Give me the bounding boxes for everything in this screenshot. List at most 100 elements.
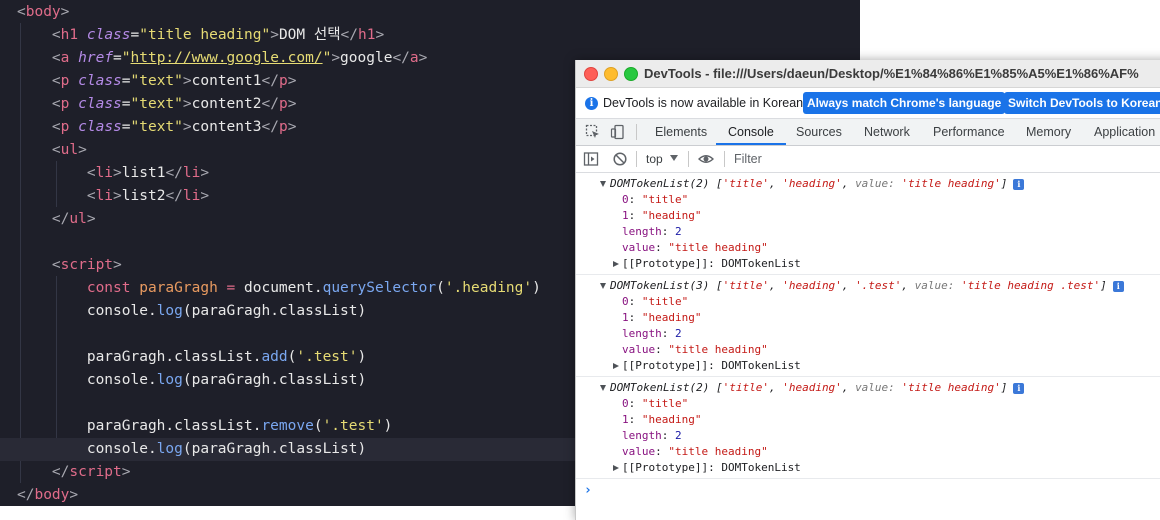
code-token: body [34,487,70,503]
inspect-element-icon[interactable] [585,124,601,140]
property-token: "title" [641,295,689,308]
console-prompt-line[interactable]: › [576,481,1160,503]
code-token: list2 [121,188,166,204]
object-summary[interactable]: DOMTokenList(2) ['title', 'heading', val… [610,380,1025,396]
switch-language-button[interactable]: Switch DevTools to Korean [1004,92,1160,114]
code-token: < [51,96,61,112]
code-token: h1 [60,27,79,43]
prototype-row[interactable]: [[Prototype]]: DOMTokenList [622,358,801,374]
code-line-text: console.log(paraGragh.classList) [17,303,366,319]
code-token: < [51,142,61,158]
expand-prototype-icon[interactable] [613,465,619,471]
tab-performance[interactable]: Performance [933,119,1005,145]
code-token: = [113,50,122,66]
clear-console-icon[interactable] [612,151,628,167]
tab-application[interactable]: Application [1094,119,1155,145]
property-token: : [628,193,642,206]
expand-toggle-icon[interactable] [600,283,606,289]
code-token: < [51,73,61,89]
summary-token: , [768,381,783,394]
tab-elements[interactable]: Elements [655,119,707,145]
expand-toggle-icon[interactable] [600,181,606,187]
zoom-window-button[interactable] [624,67,638,81]
object-property: length: 2 [622,326,682,342]
code-token: > [375,27,385,43]
device-toolbar-icon[interactable] [610,124,626,140]
code-token: querySelector [322,280,437,296]
object-property: 0: "title" [622,294,688,310]
property-token: length [622,327,662,340]
tab-sources[interactable]: Sources [796,119,842,145]
code-token: > [331,50,341,66]
object-property: value: "title heading" [622,240,768,256]
prototype-row[interactable]: [[Prototype]]: DOMTokenList [622,460,801,476]
property-token: "title heading" [668,343,768,356]
property-token: 1 [622,413,629,426]
tab-network[interactable]: Network [864,119,910,145]
code-token: </ [165,188,183,204]
code-line-text: <ul> [17,142,87,158]
code-token: "text" [130,119,183,135]
eye-icon[interactable] [698,151,714,167]
filter-input[interactable]: Filter [734,150,762,168]
chevron-down-icon[interactable] [670,155,678,161]
property-token: "heading" [641,413,702,426]
object-summary[interactable]: DOMTokenList(2) ['title', 'heading', val… [610,176,1025,192]
code-token: < [86,188,96,204]
tab-memory[interactable]: Memory [1026,119,1071,145]
object-property: length: 2 [622,428,682,444]
object-property: 1: "heading" [622,412,701,428]
summary-token: 'heading' [782,279,842,292]
summary-token: value: [914,279,962,292]
context-selector[interactable]: top [646,146,663,172]
object-property: length: 2 [622,224,682,240]
console-output[interactable]: DOMTokenList(2) ['title', 'heading', val… [576,173,1160,520]
info-icon[interactable]: i [1112,280,1124,292]
code-line-text: <h1 class="title heading">DOM 선택</h1> [17,27,384,43]
code-line[interactable]: <h1 class="title heading">DOM 선택</h1> [0,24,860,47]
code-token: "title heading" [139,27,271,43]
summary-token: 'title heading .test' [961,279,1101,292]
info-icon[interactable]: i [1013,382,1025,394]
minimize-window-button[interactable] [604,67,618,81]
code-line-text: <li>list2</li> [17,188,209,204]
code-token: li [95,188,114,204]
code-line-text: <p class="text">content1</p> [17,73,297,89]
match-language-button[interactable]: Always match Chrome's language [803,92,1006,114]
code-token: = [130,27,140,43]
expand-prototype-icon[interactable] [613,363,619,369]
tabbar-divider [636,124,637,140]
code-token: > [182,73,192,89]
tab-console[interactable]: Console [716,119,786,145]
property-token: : [655,241,669,254]
info-icon[interactable]: i [1013,178,1025,190]
code-token: google [340,50,393,66]
code-token: > [287,96,297,112]
object-summary[interactable]: DOMTokenList(3) ['title', 'heading', '.t… [610,278,1124,294]
object-property: value: "title heading" [622,444,768,460]
code-token: > [200,188,210,204]
code-token: log [156,441,183,457]
window-titlebar[interactable]: DevTools - file:///Users/daeun/Desktop/%… [576,60,1160,88]
code-line[interactable]: <body> [0,1,860,24]
expand-toggle-icon[interactable] [600,385,606,391]
summary-token: 'title' [722,381,769,394]
code-token: href [78,50,114,66]
code-token: > [69,487,79,503]
property-token: 0 [622,397,629,410]
console-entry: DOMTokenList(2) ['title', 'heading', val… [576,173,1160,275]
code-token: = [121,73,131,89]
sidebar-toggle-icon[interactable] [583,151,599,167]
code-token: DOM 선택 [278,27,341,43]
expand-prototype-icon[interactable] [613,261,619,267]
prototype-row[interactable]: [[Prototype]]: DOMTokenList [622,256,801,272]
code-token: > [287,73,297,89]
code-token: = [226,280,236,296]
code-token: </ [392,50,410,66]
property-token: "heading" [641,311,702,324]
close-window-button[interactable] [584,67,598,81]
